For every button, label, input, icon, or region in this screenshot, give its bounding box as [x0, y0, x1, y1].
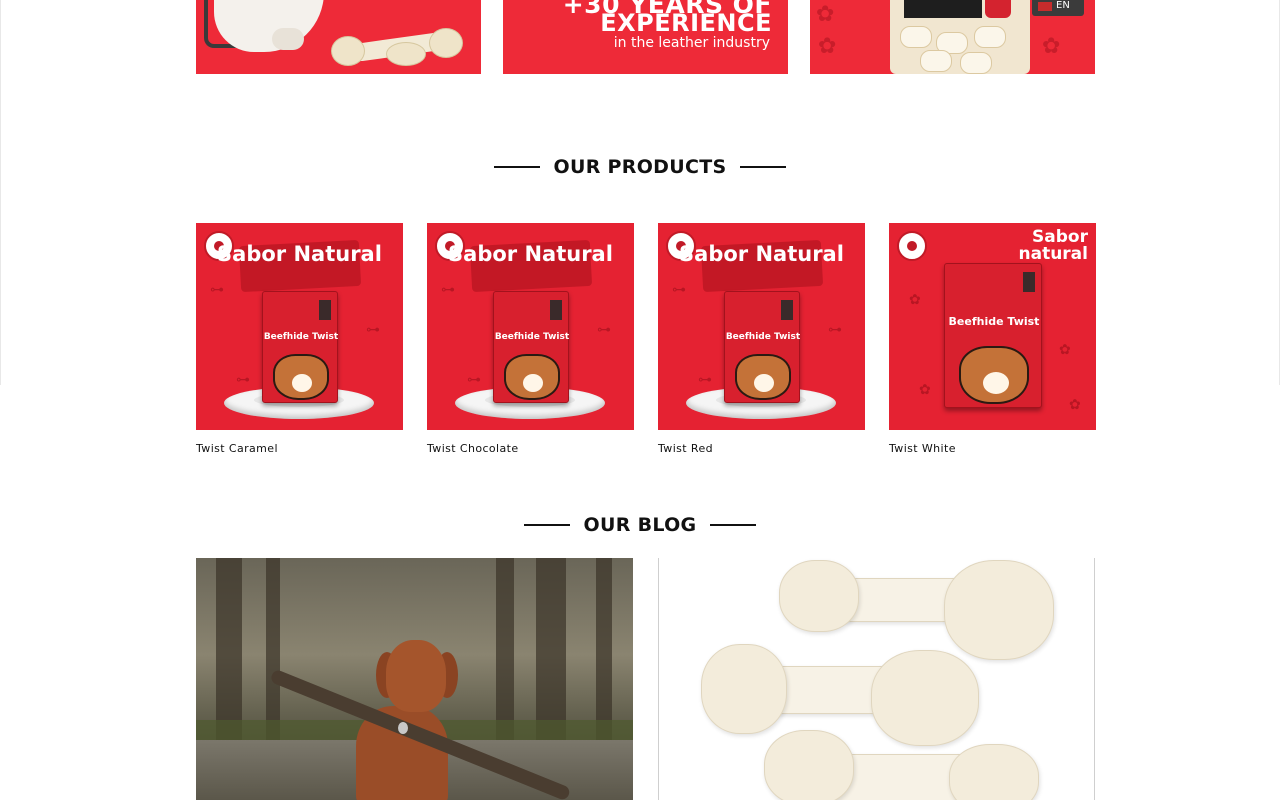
products-section-heading: OUR PRODUCTS [0, 156, 1280, 178]
product-name[interactable]: Twist Caramel [196, 442, 403, 455]
banner-product-bag[interactable]: ✿ ✿ ✿ EN [810, 0, 1095, 74]
product-pack: Beefhide Twist [724, 291, 800, 403]
product-image[interactable]: ✿ ✿ ✿ ✿ Sabor natural Beefhide Twist [889, 223, 1096, 430]
bone-icon: ⊶ [828, 322, 842, 338]
pack-label: Beefhide Twist [725, 332, 801, 342]
bone-icon: ⊶ [467, 372, 481, 388]
heading-rule-right [710, 524, 757, 526]
product-name[interactable]: Twist Red [658, 442, 865, 455]
blog-image-dog-with-stick[interactable] [196, 558, 633, 800]
paw-icon: ✿ [1069, 397, 1081, 413]
banner-dog-chew[interactable] [196, 0, 481, 74]
dog-mascot-icon [959, 346, 1029, 404]
paw-icon: ✿ [816, 2, 835, 27]
products-section-title: OUR PRODUCTS [553, 156, 727, 178]
chew-bone-image [331, 28, 463, 66]
bone-icon: ⊶ [236, 372, 250, 388]
product-name[interactable]: Twist Chocolate [427, 442, 634, 455]
heading-rule-left [493, 166, 540, 168]
product-image-title-line2: natural [1018, 244, 1089, 264]
pack-label: Beefhide Twist [494, 332, 570, 342]
bone-icon: ⊶ [210, 282, 224, 298]
brand-logo-icon [897, 231, 927, 261]
product-card-twist-red[interactable]: ⊶ ⊶ ⊶ Sabor Natural Beefhide Twist Twist… [658, 223, 865, 455]
product-image-title: Sabor Natural [679, 242, 844, 266]
banner-experience[interactable]: +30 YEARS OF EXPERIENCE in the leather i… [503, 0, 788, 74]
bone-icon: ⊶ [698, 372, 712, 388]
blog-section-title: OUR BLOG [583, 514, 697, 536]
product-image-title: Sabor Natural [217, 242, 382, 266]
product-image[interactable]: ⊶ ⊶ ⊶ Sabor Natural Beefhide Twist [658, 223, 865, 430]
product-pack: Beefhide Twist [944, 263, 1042, 408]
blog-section-heading: OUR BLOG [0, 514, 1280, 536]
dog-mascot-icon [735, 354, 791, 400]
paw-icon: ✿ [1042, 34, 1061, 59]
paw-icon: ✿ [919, 382, 931, 398]
paw-icon: ✿ [818, 34, 837, 59]
bone-icon: ⊶ [441, 282, 455, 298]
product-card-twist-caramel[interactable]: ⊶ ⊶ ⊶ Sabor Natural Beefhide Twist Twist… [196, 223, 403, 455]
blog-card-rawhide-bones[interactable] [658, 558, 1095, 800]
product-pack: Beefhide Twist [262, 291, 338, 403]
dog-mascot-icon [273, 354, 329, 400]
pack-label: Beefhide Twist [263, 332, 339, 342]
product-bag-image [890, 0, 1030, 74]
heading-rule-right [740, 166, 787, 168]
product-image-title: Sabor Natural [448, 242, 613, 266]
bone-icon: ⊶ [672, 282, 686, 298]
language-label: EN [1056, 0, 1070, 11]
page-edge-left [0, 0, 1, 385]
blog-card-dog-stick[interactable] [196, 558, 633, 800]
product-name[interactable]: Twist White [889, 442, 1096, 455]
paw-icon: ✿ [1059, 342, 1071, 358]
product-card-twist-white[interactable]: ✿ ✿ ✿ ✿ Sabor natural Beefhide Twist Twi… [889, 223, 1096, 455]
paw-icon: ✿ [909, 292, 921, 308]
product-card-twist-chocolate[interactable]: ⊶ ⊶ ⊶ Sabor Natural Beefhide Twist Twist… [427, 223, 634, 455]
product-pack: Beefhide Twist [493, 291, 569, 403]
bone-icon: ⊶ [366, 322, 380, 338]
dog-photo [214, 0, 324, 52]
product-image[interactable]: ⊶ ⊶ ⊶ Sabor Natural Beefhide Twist [427, 223, 634, 430]
dog-mascot-icon [504, 354, 560, 400]
banner-subline: in the leather industry [613, 35, 770, 51]
product-image[interactable]: ⊶ ⊶ ⊶ Sabor Natural Beefhide Twist [196, 223, 403, 430]
bone-icon: ⊶ [597, 322, 611, 338]
blog-image-rawhide-bones[interactable] [659, 558, 1094, 800]
banner-headline-experience: EXPERIENCE [600, 9, 772, 37]
pack-label: Beefhide Twist [948, 315, 1040, 328]
language-switcher[interactable]: EN [1032, 0, 1084, 16]
product-image-title: Sabor natural [1019, 229, 1089, 263]
flag-icon [1038, 2, 1052, 11]
heading-rule-left [523, 524, 570, 526]
